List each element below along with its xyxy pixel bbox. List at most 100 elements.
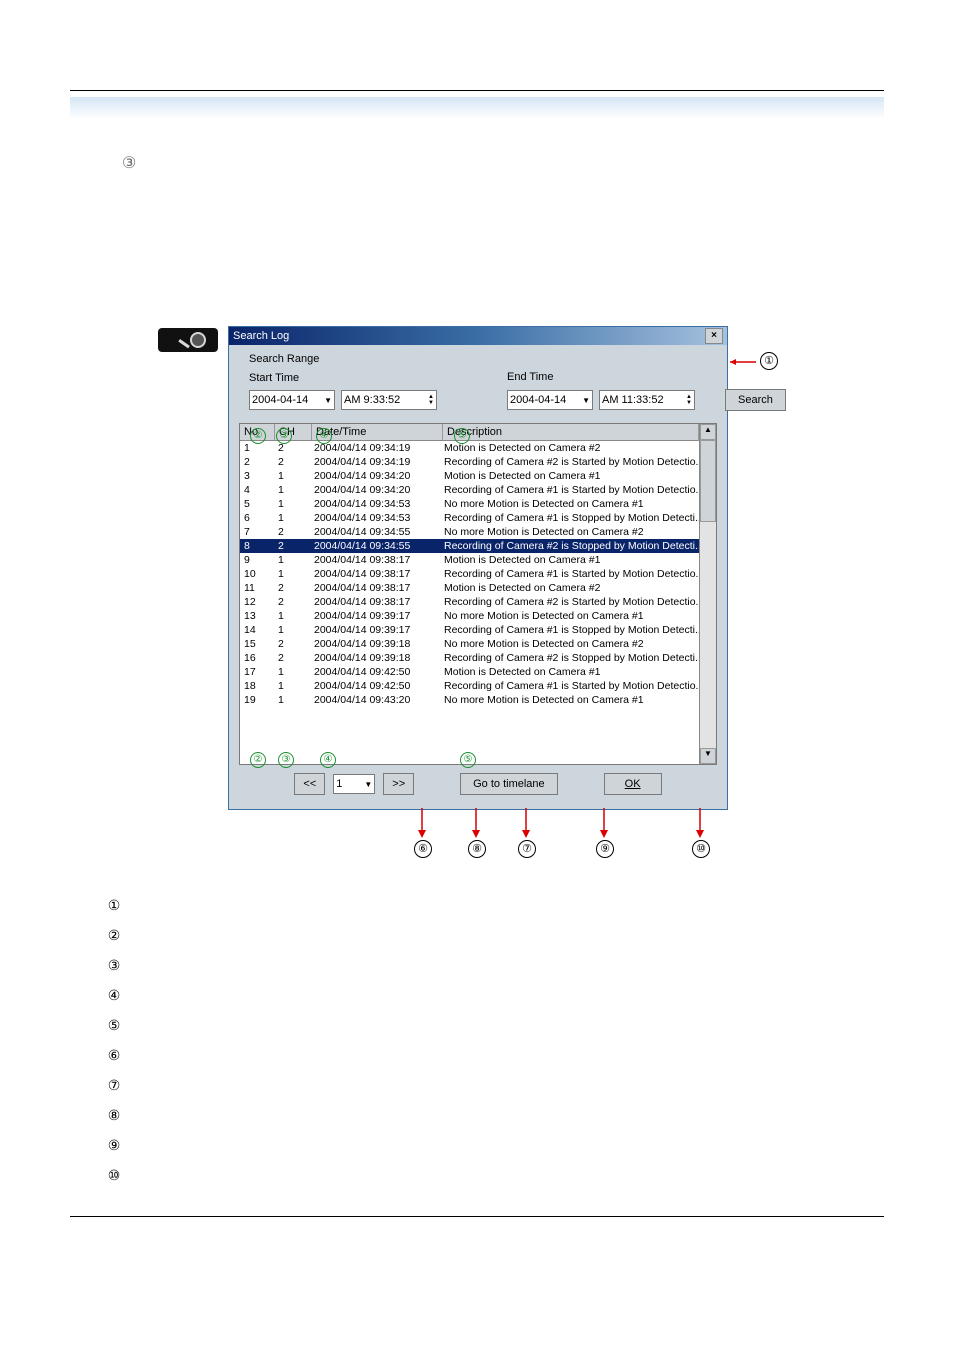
cell-ch: 1 — [274, 665, 310, 679]
table-row[interactable]: 722004/04/14 09:34:55No more Motion is D… — [240, 525, 699, 539]
callout-4: ④ — [320, 752, 336, 768]
end-time-value: AM 11:33:52 — [602, 394, 664, 406]
callout-2b: ② — [250, 428, 266, 444]
cell-desc: No more Motion is Detected on Camera #1 — [440, 609, 699, 623]
callout-10: ⑩ — [692, 840, 710, 858]
header-band — [70, 97, 884, 119]
start-time-value: AM 9:33:52 — [344, 394, 400, 406]
goto-timelane-button[interactable]: Go to timelane — [460, 773, 558, 795]
table-row[interactable]: 612004/04/14 09:34:53Recording of Camera… — [240, 511, 699, 525]
cell-ch: 1 — [274, 623, 310, 637]
callout-1: ① — [760, 352, 778, 370]
chevron-down-icon: ▼ — [582, 396, 590, 405]
table-row[interactable]: 122004/04/14 09:34:19Motion is Detected … — [240, 441, 699, 455]
cell-ch: 2 — [274, 525, 310, 539]
callout-3: ③ — [278, 752, 294, 768]
legend-list: ①②③④⑤⑥⑦⑧⑨⑩ — [105, 890, 123, 1190]
cell-ch: 2 — [274, 637, 310, 651]
table-row[interactable]: 1622004/04/14 09:39:18Recording of Camer… — [240, 651, 699, 665]
table-row[interactable]: 822004/04/14 09:34:55Recording of Camera… — [240, 539, 699, 553]
cell-no: 10 — [240, 567, 274, 581]
scroll-track[interactable] — [700, 440, 716, 748]
page-value: 1 — [336, 778, 342, 790]
cell-no: 16 — [240, 651, 274, 665]
end-time-spinner[interactable]: AM 11:33:52 ▲▼ — [599, 390, 695, 410]
cell-dt: 2004/04/14 09:39:17 — [310, 623, 440, 637]
cell-desc: No more Motion is Detected on Camera #1 — [440, 497, 699, 511]
search-log-window: Search Log × Search Range Start Time 200… — [228, 326, 728, 810]
page-combo[interactable]: 1 ▼ — [333, 774, 375, 794]
cell-no: 17 — [240, 665, 274, 679]
table-row[interactable]: 912004/04/14 09:38:17Motion is Detected … — [240, 553, 699, 567]
callout-5b: ⑤ — [454, 428, 470, 444]
vertical-scrollbar[interactable]: ▲ ▼ — [699, 424, 716, 764]
callout-6: ⑥ — [414, 840, 432, 858]
table-row[interactable]: 1712004/04/14 09:42:50Motion is Detected… — [240, 665, 699, 679]
table-row[interactable]: 1222004/04/14 09:38:17Recording of Camer… — [240, 595, 699, 609]
table-row[interactable]: 1412004/04/14 09:39:17Recording of Camer… — [240, 623, 699, 637]
start-time-spinner[interactable]: AM 9:33:52 ▲▼ — [341, 390, 437, 410]
cell-dt: 2004/04/14 09:38:17 — [310, 595, 440, 609]
cell-no: 18 — [240, 679, 274, 693]
cell-ch: 2 — [274, 651, 310, 665]
scroll-down-icon[interactable]: ▼ — [700, 748, 716, 764]
cell-no: 5 — [240, 497, 274, 511]
callout-8: ⑧ — [468, 840, 486, 858]
window-title: Search Log — [233, 330, 289, 342]
legend-num: ⑥ — [105, 1040, 123, 1070]
table-row[interactable]: 1522004/04/14 09:39:18No more Motion is … — [240, 637, 699, 651]
search-range-label: Search Range — [249, 353, 717, 365]
cell-dt: 2004/04/14 09:39:18 — [310, 651, 440, 665]
legend-num: ⑩ — [105, 1160, 123, 1190]
legend-num: ⑧ — [105, 1100, 123, 1130]
cell-no: 4 — [240, 483, 274, 497]
table-row[interactable]: 1012004/04/14 09:38:17Recording of Camer… — [240, 567, 699, 581]
cell-no: 11 — [240, 581, 274, 595]
cell-dt: 2004/04/14 09:34:19 — [310, 441, 440, 455]
cell-desc: No more Motion is Detected on Camera #1 — [440, 693, 699, 707]
cell-ch: 1 — [274, 511, 310, 525]
end-date-combo[interactable]: 2004-04-14 ▼ — [507, 390, 593, 410]
table-row[interactable]: 512004/04/14 09:34:53No more Motion is D… — [240, 497, 699, 511]
search-button[interactable]: Search — [725, 389, 786, 411]
table-row[interactable]: 412004/04/14 09:34:20Recording of Camera… — [240, 483, 699, 497]
table-row[interactable]: 1912004/04/14 09:43:20No more Motion is … — [240, 693, 699, 707]
prev-page-button[interactable]: << — [294, 773, 325, 795]
cell-ch: 1 — [274, 469, 310, 483]
start-date-value: 2004-04-14 — [252, 394, 308, 406]
cell-no: 3 — [240, 469, 274, 483]
cell-no: 8 — [240, 539, 274, 553]
cell-no: 14 — [240, 623, 274, 637]
cell-desc: Recording of Camera #1 is Stopped by Mot… — [440, 623, 699, 637]
table-row[interactable]: 312004/04/14 09:34:20Motion is Detected … — [240, 469, 699, 483]
callout-3b: ③ — [276, 428, 292, 444]
callout-arrow-9 — [598, 808, 610, 838]
cell-dt: 2004/04/14 09:34:55 — [310, 525, 440, 539]
legend-item: ⑩ — [105, 1160, 123, 1190]
titlebar[interactable]: Search Log × — [229, 327, 727, 345]
top-rule — [70, 90, 884, 91]
cell-desc: No more Motion is Detected on Camera #2 — [440, 525, 699, 539]
next-page-button[interactable]: >> — [383, 773, 414, 795]
cell-dt: 2004/04/14 09:38:17 — [310, 553, 440, 567]
spinner-arrows-icon: ▲▼ — [428, 394, 434, 406]
table-row[interactable]: 1312004/04/14 09:39:17No more Motion is … — [240, 609, 699, 623]
cell-desc: Motion is Detected on Camera #1 — [440, 665, 699, 679]
table-row[interactable]: 1812004/04/14 09:42:50Recording of Camer… — [240, 679, 699, 693]
cell-dt: 2004/04/14 09:39:17 — [310, 609, 440, 623]
table-row[interactable]: 1122004/04/14 09:38:17Motion is Detected… — [240, 581, 699, 595]
legend-num: ① — [105, 890, 123, 920]
ok-button[interactable]: OK — [604, 773, 662, 795]
callout-arrow-8 — [470, 808, 482, 838]
cell-desc: Recording of Camera #2 is Started by Mot… — [440, 455, 699, 469]
legend-num: ④ — [105, 980, 123, 1010]
cell-desc: No more Motion is Detected on Camera #2 — [440, 637, 699, 651]
table-row[interactable]: 222004/04/14 09:34:19Recording of Camera… — [240, 455, 699, 469]
callout-arrow-10 — [694, 808, 706, 838]
close-icon[interactable]: × — [705, 328, 723, 344]
scroll-thumb[interactable] — [700, 440, 716, 522]
col-description[interactable]: Description — [443, 424, 699, 440]
scroll-up-icon[interactable]: ▲ — [700, 424, 716, 440]
start-date-combo[interactable]: 2004-04-14 ▼ — [249, 390, 335, 410]
cell-dt: 2004/04/14 09:34:53 — [310, 511, 440, 525]
